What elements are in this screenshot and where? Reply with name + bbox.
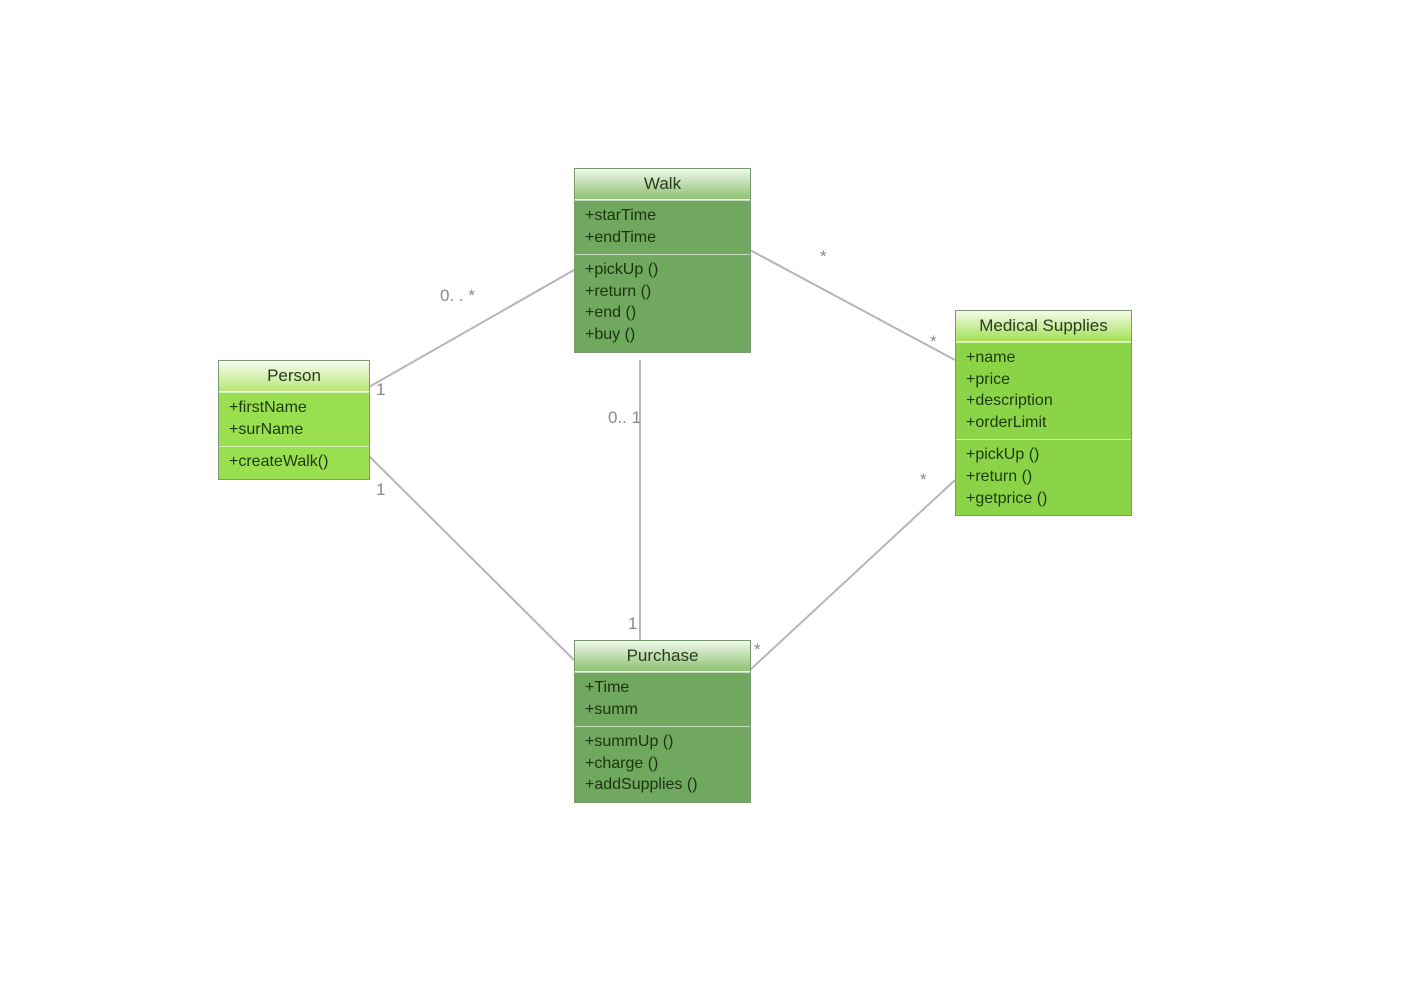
class-purchase-title: Purchase <box>575 641 750 672</box>
edge-purchase-medical <box>750 480 955 670</box>
edge-person-purchase <box>369 456 574 660</box>
class-person[interactable]: Person +firstName +surName +createWalk() <box>218 360 370 480</box>
method: +return () <box>966 466 1121 488</box>
method: +addSupplies () <box>585 774 740 796</box>
class-person-methods: +createWalk() <box>219 446 369 479</box>
attribute: +summ <box>585 699 740 721</box>
method: +pickUp () <box>585 259 740 281</box>
attribute: +endTime <box>585 227 740 249</box>
class-medical-supplies[interactable]: Medical Supplies +name +price +descripti… <box>955 310 1132 516</box>
class-medical-attributes: +name +price +description +orderLimit <box>956 342 1131 439</box>
class-walk-attributes: +starTime +endTime <box>575 200 750 254</box>
class-purchase[interactable]: Purchase +Time +summ +summUp () +charge … <box>574 640 751 803</box>
method: +end () <box>585 302 740 324</box>
class-medical-methods: +pickUp () +return () +getprice () <box>956 439 1131 515</box>
method: +getprice () <box>966 488 1121 510</box>
mult-purchase-medical-purchase: * <box>754 640 761 660</box>
class-purchase-attributes: +Time +summ <box>575 672 750 726</box>
class-walk[interactable]: Walk +starTime +endTime +pickUp () +retu… <box>574 168 751 353</box>
mult-purchase-medical-medical: * <box>920 470 927 490</box>
mult-person-purchase-person: 1 <box>376 480 385 500</box>
attribute: +description <box>966 390 1121 412</box>
mult-person-walk-walk: 0. . * <box>440 286 475 306</box>
mult-walk-medical-walk: * <box>820 247 827 267</box>
class-person-title: Person <box>219 361 369 392</box>
mult-walk-purchase-walk: 0.. 1 <box>608 408 641 428</box>
method: +charge () <box>585 753 740 775</box>
edges-layer <box>0 0 1414 992</box>
class-purchase-methods: +summUp () +charge () +addSupplies () <box>575 726 750 802</box>
attribute: +starTime <box>585 205 740 227</box>
attribute: +name <box>966 347 1121 369</box>
class-person-attributes: +firstName +surName <box>219 392 369 446</box>
class-walk-methods: +pickUp () +return () +end () +buy () <box>575 254 750 351</box>
attribute: +surName <box>229 419 359 441</box>
attribute: +firstName <box>229 397 359 419</box>
method: +pickUp () <box>966 444 1121 466</box>
mult-walk-purchase-purchase: 1 <box>628 614 637 634</box>
attribute: +price <box>966 369 1121 391</box>
attribute: +Time <box>585 677 740 699</box>
class-medical-title: Medical Supplies <box>956 311 1131 342</box>
method: +return () <box>585 281 740 303</box>
method: +createWalk() <box>229 451 359 473</box>
method: +buy () <box>585 324 740 346</box>
mult-person-walk-person: 1 <box>376 380 385 400</box>
class-walk-title: Walk <box>575 169 750 200</box>
edge-walk-medical <box>750 250 955 360</box>
method: +summUp () <box>585 731 740 753</box>
attribute: +orderLimit <box>966 412 1121 434</box>
mult-walk-medical-medical: * <box>930 332 937 352</box>
